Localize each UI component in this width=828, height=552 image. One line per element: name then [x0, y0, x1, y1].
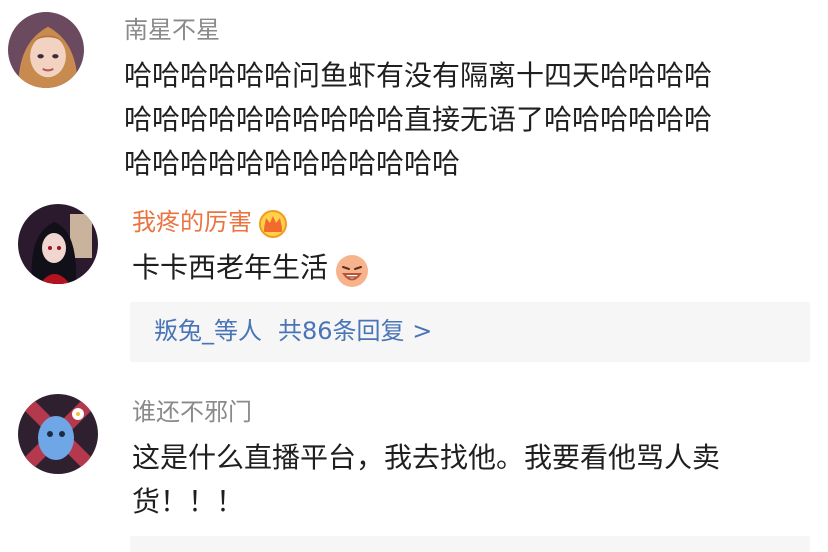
- reply-summary-text[interactable]: 叛兔_等人 共86条回复 >: [154, 314, 432, 348]
- chevron-right-icon: >: [412, 317, 433, 345]
- avatar[interactable]: [18, 394, 98, 474]
- username-label: 我疼的厉害: [132, 208, 252, 236]
- comment-text-line: 这是什么直播平台，我去找他。我要看他骂人卖: [132, 441, 721, 474]
- comment-text: 卡卡西老年生活: [132, 246, 372, 290]
- comment-text-label: 卡卡西老年生活: [132, 251, 329, 284]
- reply-summary-partial[interactable]: [130, 536, 810, 552]
- reply-users: 叛兔_等人: [154, 317, 262, 345]
- comment-text-line: 货！！！: [132, 485, 245, 518]
- comment-text-line: 哈哈哈哈哈哈哈哈哈哈哈哈: [124, 147, 461, 180]
- comment-text-line: 哈哈哈哈哈哈哈哈哈哈直接无语了哈哈哈哈哈哈: [124, 103, 713, 136]
- username[interactable]: 南星不星: [124, 14, 220, 46]
- reply-summary[interactable]: 叛兔_等人 共86条回复 >: [130, 302, 810, 362]
- laughing-emoji-icon: [336, 255, 369, 287]
- avatar[interactable]: [8, 12, 84, 88]
- username[interactable]: 谁还不邪门: [132, 396, 252, 428]
- avatar[interactable]: [18, 204, 98, 284]
- crown-badge-icon: [259, 210, 287, 238]
- username-vip[interactable]: 我疼的厉害: [132, 206, 290, 238]
- reply-count: 共86条回复: [278, 317, 405, 345]
- comment-text-line: 哈哈哈哈哈哈问鱼虾有没有隔离十四天哈哈哈哈: [124, 59, 713, 92]
